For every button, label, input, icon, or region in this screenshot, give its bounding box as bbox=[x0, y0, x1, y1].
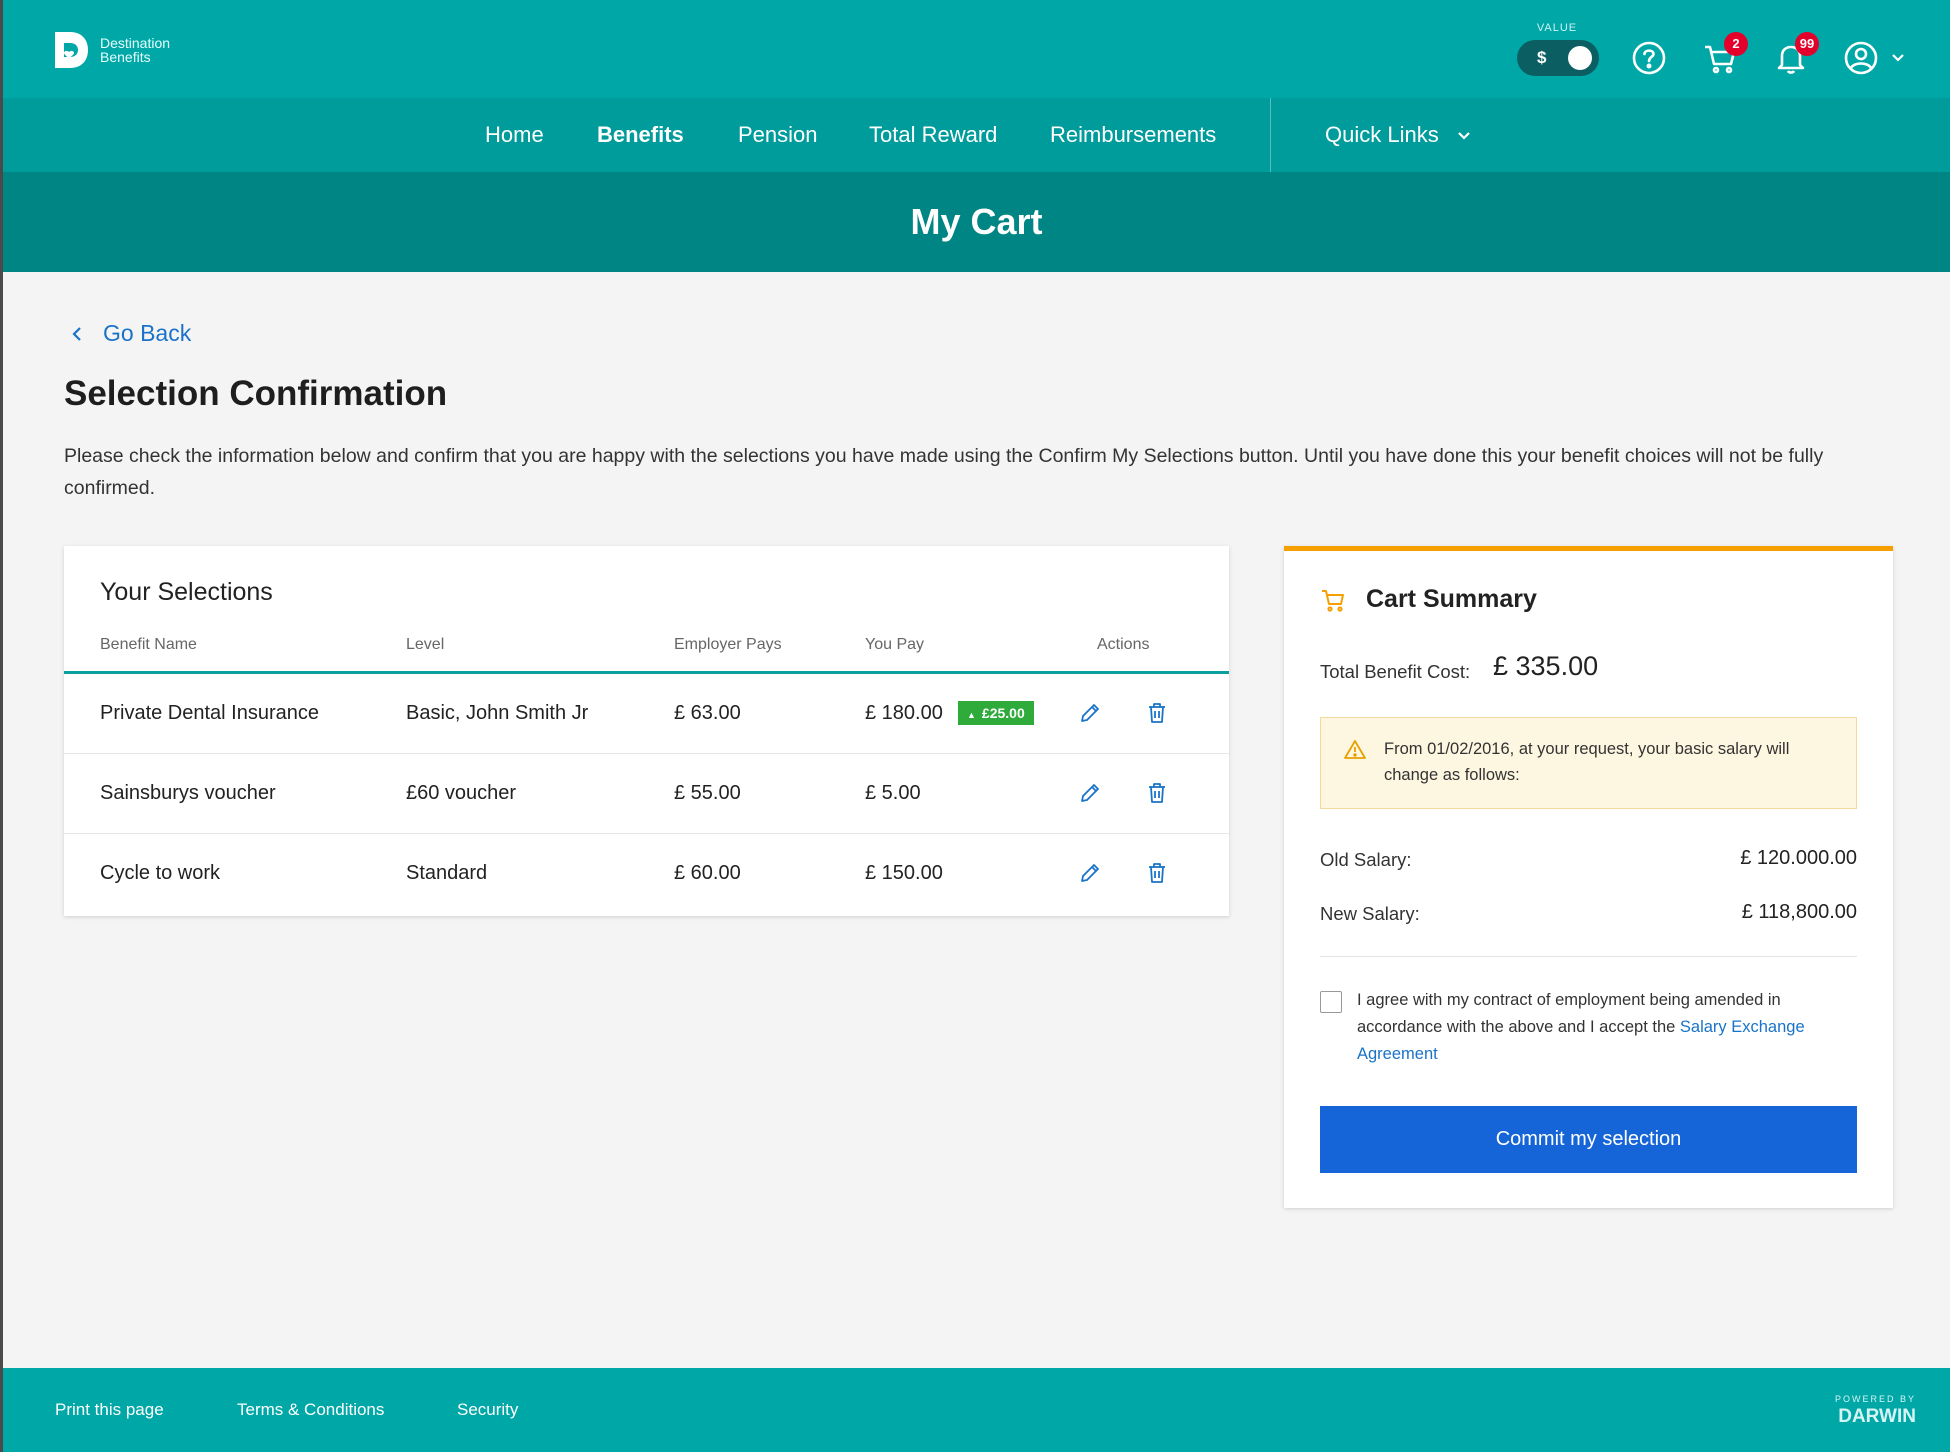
old-salary-value: £ 120.000.00 bbox=[1740, 847, 1857, 869]
old-salary-label: Old Salary: bbox=[1320, 849, 1412, 870]
you-pay: £ 5.00 bbox=[865, 782, 921, 804]
total-cost-value: £ 335.00 bbox=[1493, 651, 1599, 681]
powered-by-logo: POWERED BY DARWIN bbox=[1835, 1394, 1916, 1428]
you-pay: £ 180.00 bbox=[865, 702, 943, 724]
section-heading: Selection Confirmation bbox=[64, 374, 448, 413]
trash-icon[interactable] bbox=[1146, 862, 1168, 884]
employer-pays: £ 55.00 bbox=[674, 782, 741, 804]
user-menu-button[interactable] bbox=[1843, 40, 1913, 76]
brand-line-1: Destination bbox=[100, 35, 171, 51]
cart-count-badge: 2 bbox=[1724, 32, 1748, 56]
nav-divider bbox=[1270, 98, 1271, 172]
agree-checkbox[interactable] bbox=[1320, 991, 1342, 1013]
chevron-left-icon bbox=[72, 326, 81, 341]
notification-count-badge: 99 bbox=[1795, 32, 1819, 56]
cart-icon bbox=[1322, 589, 1344, 612]
nav-benefits[interactable]: Benefits bbox=[597, 122, 684, 148]
increase-amount: £25.00 bbox=[981, 705, 1025, 721]
benefit-level: £60 voucher bbox=[406, 782, 517, 804]
notifications-button[interactable]: 99 bbox=[1773, 32, 1819, 76]
help-icon bbox=[1632, 41, 1666, 75]
brand-logo[interactable]: Destination Benefits bbox=[52, 30, 170, 70]
nav-home[interactable]: Home bbox=[485, 122, 544, 148]
go-back-label: Go Back bbox=[103, 320, 192, 346]
value-toggle-group: VALUE $ bbox=[1517, 22, 1599, 76]
footer: Print this page Terms & Conditions Secur… bbox=[3, 1368, 1950, 1452]
help-button[interactable] bbox=[1631, 40, 1667, 76]
security-link[interactable]: Security bbox=[457, 1400, 518, 1420]
currency-symbol: $ bbox=[1537, 48, 1547, 67]
nav-quick-links[interactable]: Quick Links bbox=[1325, 122, 1471, 148]
salary-warning-box: From 01/02/2016, at your request, your b… bbox=[1320, 717, 1857, 809]
page-title: My Cart bbox=[910, 201, 1043, 242]
destination-logo-icon bbox=[55, 32, 88, 68]
value-label: VALUE bbox=[1536, 22, 1578, 34]
edit-icon[interactable] bbox=[1079, 862, 1101, 884]
main-navigation: Home Benefits Pension Total Reward Reimb… bbox=[3, 98, 1950, 172]
col-you-pay: You Pay bbox=[865, 636, 925, 653]
col-employer-pays: Employer Pays bbox=[674, 636, 782, 653]
nav-pension[interactable]: Pension bbox=[738, 122, 818, 148]
intro-text: Please check the information below and c… bbox=[64, 445, 1824, 499]
nav-total-reward[interactable]: Total Reward bbox=[869, 122, 997, 148]
trash-icon[interactable] bbox=[1146, 782, 1168, 804]
print-page-link[interactable]: Print this page bbox=[55, 1400, 164, 1420]
cart-summary-title: Cart Summary bbox=[1366, 585, 1537, 613]
edit-icon[interactable] bbox=[1079, 782, 1101, 804]
new-salary-label: New Salary: bbox=[1320, 903, 1420, 924]
table-row: Private Dental Insurance Basic, John Smi… bbox=[64, 674, 1229, 754]
page-title-band: My Cart bbox=[3, 172, 1950, 272]
new-salary-value: £ 118,800.00 bbox=[1741, 901, 1857, 923]
brand-name: Destination Benefits bbox=[100, 36, 170, 64]
edit-icon[interactable] bbox=[1079, 702, 1101, 724]
table-row: Sainsburys voucher £60 voucher £ 55.00 £… bbox=[64, 754, 1229, 834]
benefit-level: Basic, John Smith Jr bbox=[406, 702, 589, 724]
toggle-knob bbox=[1568, 46, 1592, 70]
cart-button[interactable]: 2 bbox=[1702, 32, 1748, 76]
nav-reimbursements[interactable]: Reimbursements bbox=[1050, 122, 1216, 148]
value-toggle[interactable]: $ bbox=[1517, 40, 1599, 76]
selections-card: Your Selections Benefit Name Level Emplo… bbox=[64, 546, 1229, 916]
top-header: Destination Benefits VALUE $ 2 99 bbox=[3, 0, 1950, 98]
divider bbox=[1320, 956, 1857, 957]
you-pay: £ 150.00 bbox=[865, 862, 943, 884]
selections-title: Your Selections bbox=[100, 578, 273, 606]
warning-text: From 01/02/2016, at your request, your b… bbox=[1384, 740, 1790, 784]
total-cost-label: Total Benefit Cost: bbox=[1320, 661, 1471, 682]
benefit-name: Cycle to work bbox=[100, 862, 221, 884]
col-benefit-name: Benefit Name bbox=[100, 636, 197, 653]
trash-icon[interactable] bbox=[1146, 702, 1168, 724]
employer-pays: £ 63.00 bbox=[674, 702, 741, 724]
go-back-link[interactable]: Go Back bbox=[67, 320, 191, 347]
cart-summary-card: Cart Summary Total Benefit Cost: £ 335.0… bbox=[1284, 546, 1893, 1208]
cart-summary-header: Cart Summary bbox=[1320, 585, 1537, 614]
quick-links-label: Quick Links bbox=[1325, 122, 1439, 147]
col-actions: Actions bbox=[1097, 636, 1150, 653]
commit-selection-button[interactable]: Commit my selection bbox=[1320, 1106, 1857, 1173]
agree-text: I agree with my contract of employment b… bbox=[1357, 987, 1857, 1068]
chevron-down-icon bbox=[1458, 132, 1470, 140]
arrow-up-icon: ▲ bbox=[967, 710, 976, 720]
powered-by-label: POWERED BY bbox=[1834, 1394, 1916, 1404]
benefit-name: Sainsburys voucher bbox=[100, 782, 276, 804]
chevron-down-icon bbox=[1892, 54, 1904, 62]
darwin-wordmark: DARWIN bbox=[1838, 1406, 1916, 1427]
benefit-name: Private Dental Insurance bbox=[100, 702, 320, 724]
terms-link[interactable]: Terms & Conditions bbox=[237, 1400, 384, 1420]
benefit-level: Standard bbox=[406, 862, 488, 884]
table-row: Cycle to work Standard £ 60.00 £ 150.00 bbox=[64, 834, 1229, 914]
col-level: Level bbox=[406, 636, 445, 653]
employer-pays: £ 60.00 bbox=[674, 862, 741, 884]
increase-badge: ▲ £25.00 bbox=[958, 701, 1034, 725]
warning-icon bbox=[1344, 740, 1366, 759]
user-avatar-icon bbox=[1844, 41, 1878, 75]
brand-line-2: Benefits bbox=[100, 49, 151, 65]
